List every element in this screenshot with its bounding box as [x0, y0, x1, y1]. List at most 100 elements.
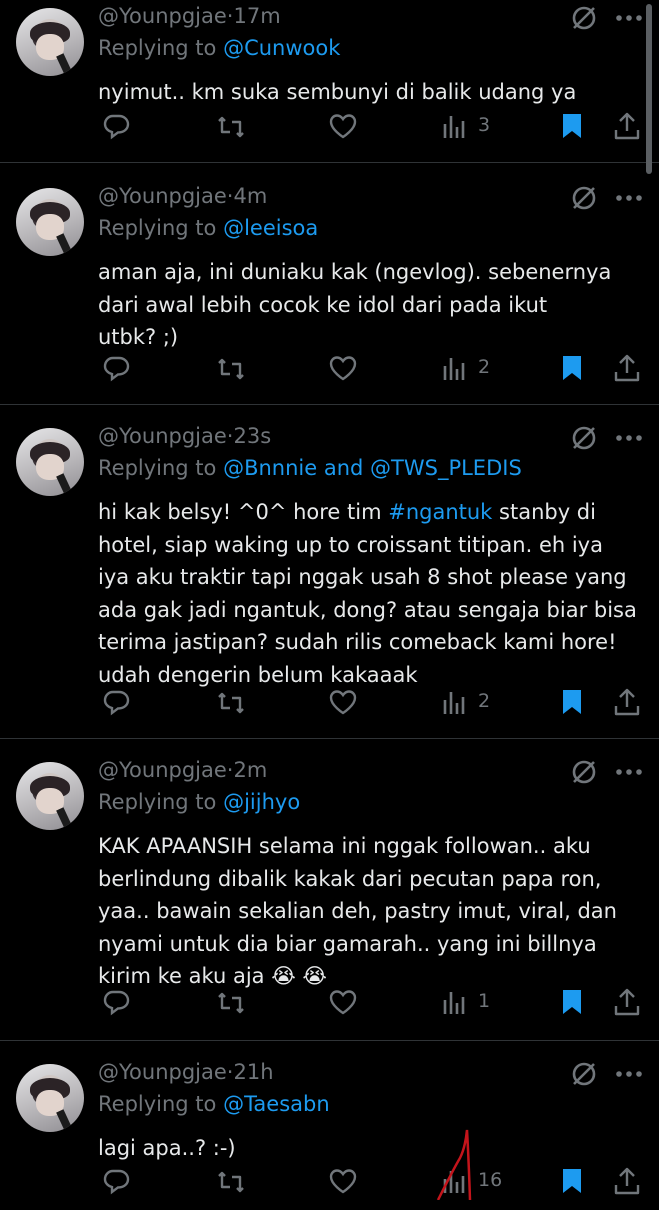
tweet-divider	[0, 1040, 659, 1041]
views-button[interactable]	[440, 686, 472, 720]
tweet-text-line: lagi apa..? :-)	[98, 1136, 236, 1160]
text-segment: stanby di	[492, 500, 596, 524]
timestamp[interactable]: 17m	[233, 4, 280, 28]
grok-icon[interactable]	[570, 1060, 598, 1088]
reply-button[interactable]	[100, 1165, 132, 1199]
share-icon	[614, 112, 640, 140]
tweet-text: hi kak belsy! ^0^ hore tim #ngantuk stan…	[98, 496, 643, 691]
user-handle[interactable]: @Younpgjae	[98, 424, 227, 448]
more-icon[interactable]	[614, 424, 644, 452]
tweet: @Younpgjae·4m Replying to @leeisoa aman aj…	[0, 184, 659, 349]
tweet-text: aman aja, ini duniaku kak (ngevlog). seb…	[98, 256, 643, 354]
reply-button[interactable]	[100, 110, 132, 144]
tweet-divider	[0, 162, 659, 163]
user-handle[interactable]: @Younpgjae	[98, 184, 227, 208]
views-button[interactable]	[440, 110, 472, 144]
avatar[interactable]	[16, 762, 84, 830]
share-icon	[614, 688, 640, 716]
tweet-header: @Younpgjae·21h	[98, 1060, 274, 1090]
tweet-text-line: ada gak jadi ngantuk, dong? atau sengaja…	[98, 594, 643, 627]
mention-link[interactable]: @leeisoa	[223, 216, 318, 240]
share-button[interactable]	[611, 110, 643, 144]
avatar-tie	[56, 233, 72, 255]
views-button[interactable]	[440, 986, 472, 1020]
bookmark-button[interactable]	[556, 986, 588, 1020]
grok-icon[interactable]	[570, 758, 598, 786]
tweet-text-line: terima jastipan? sudah rilis comeback ka…	[98, 626, 643, 659]
timestamp[interactable]: 2m	[233, 758, 267, 782]
user-handle[interactable]: @Younpgjae	[98, 4, 227, 28]
tweet-actions: 2	[0, 352, 659, 386]
tweet-text-line: hi kak belsy! ^0^ hore tim #ngantuk stan…	[98, 496, 643, 529]
share-icon	[614, 988, 640, 1016]
more-icon-svg	[616, 195, 642, 201]
share-button[interactable]	[611, 1165, 643, 1199]
timestamp[interactable]: 4m	[233, 184, 267, 208]
tweet-text-line: nyami untuk dia biar gamarah.. yang ini …	[98, 931, 597, 956]
text-segment: hotel, siap waking up to croissant titip…	[98, 532, 603, 557]
share-button[interactable]	[611, 686, 643, 720]
bookmark-button[interactable]	[556, 1165, 588, 1199]
like-icon	[329, 690, 357, 715]
scrollbar[interactable]	[646, 4, 652, 174]
avatar[interactable]	[16, 1064, 84, 1132]
tweet-text-line: yaa.. bawain sekalian deh, pastry imut, …	[98, 899, 617, 923]
like-button[interactable]	[327, 110, 359, 144]
tweet-actions: 3	[0, 110, 659, 144]
like-button[interactable]	[327, 352, 359, 386]
bookmark-button[interactable]	[556, 110, 588, 144]
more-icon[interactable]	[614, 758, 644, 786]
like-icon	[329, 1169, 357, 1194]
reply-button[interactable]	[100, 686, 132, 720]
share-button[interactable]	[611, 986, 643, 1020]
share-icon	[614, 354, 640, 382]
repost-button[interactable]	[214, 110, 246, 144]
grok-icon[interactable]	[570, 4, 598, 32]
bookmark-icon	[563, 990, 581, 1014]
grok-icon[interactable]	[570, 424, 598, 452]
bookmark-button[interactable]	[556, 352, 588, 386]
mention-link[interactable]: @Taesabn	[223, 1092, 330, 1116]
tweet-divider	[0, 404, 659, 405]
hashtag-link[interactable]: #ngantuk	[388, 500, 492, 524]
more-icon[interactable]	[614, 1060, 644, 1088]
bookmark-icon	[563, 1169, 581, 1193]
tweet-text: KAK APAANSIH selama ini nggak followan..…	[98, 830, 643, 993]
like-button[interactable]	[327, 1165, 359, 1199]
reply-button[interactable]	[100, 986, 132, 1020]
bookmark-icon	[563, 114, 581, 138]
like-button[interactable]	[327, 686, 359, 720]
share-button[interactable]	[611, 352, 643, 386]
like-button[interactable]	[327, 986, 359, 1020]
mention-link[interactable]: @Cunwook	[223, 36, 340, 60]
grok-icon[interactable]	[570, 184, 598, 212]
more-icon[interactable]	[614, 184, 644, 212]
mention-link[interactable]: @jijhyo	[223, 790, 300, 814]
tweet-text-line: hotel, siap waking up to croissant titip…	[98, 529, 643, 562]
timestamp[interactable]: 21h	[233, 1060, 273, 1084]
tweet-actions: 2	[0, 686, 659, 720]
user-handle[interactable]: @Younpgjae	[98, 758, 227, 782]
repost-button[interactable]	[214, 1165, 246, 1199]
timestamp[interactable]: 23s	[233, 424, 271, 448]
more-icon-svg	[616, 1071, 642, 1077]
grok-icon-svg	[572, 6, 596, 30]
avatar[interactable]	[16, 428, 84, 496]
mention-link[interactable]: @Bnnnie and @TWS_PLEDIS	[223, 456, 522, 480]
tweet-text-line: utbk? ;)	[98, 325, 179, 349]
views-button[interactable]	[440, 352, 472, 386]
user-handle[interactable]: @Younpgjae	[98, 1060, 227, 1084]
bookmark-button[interactable]	[556, 686, 588, 720]
reply-icon	[103, 356, 130, 382]
tweet: @Younpgjae·23s Replying to @Bnnnie and @T…	[0, 424, 659, 687]
repost-button[interactable]	[214, 686, 246, 720]
bookmark-icon	[563, 356, 581, 380]
repost-button[interactable]	[214, 986, 246, 1020]
repost-button[interactable]	[214, 352, 246, 386]
views-icon	[443, 358, 465, 380]
avatar[interactable]	[16, 188, 84, 256]
text-segment: udah dengerin belum kakaaak	[98, 662, 418, 687]
more-icon[interactable]	[614, 4, 644, 32]
avatar[interactable]	[16, 8, 84, 76]
reply-button[interactable]	[100, 352, 132, 386]
